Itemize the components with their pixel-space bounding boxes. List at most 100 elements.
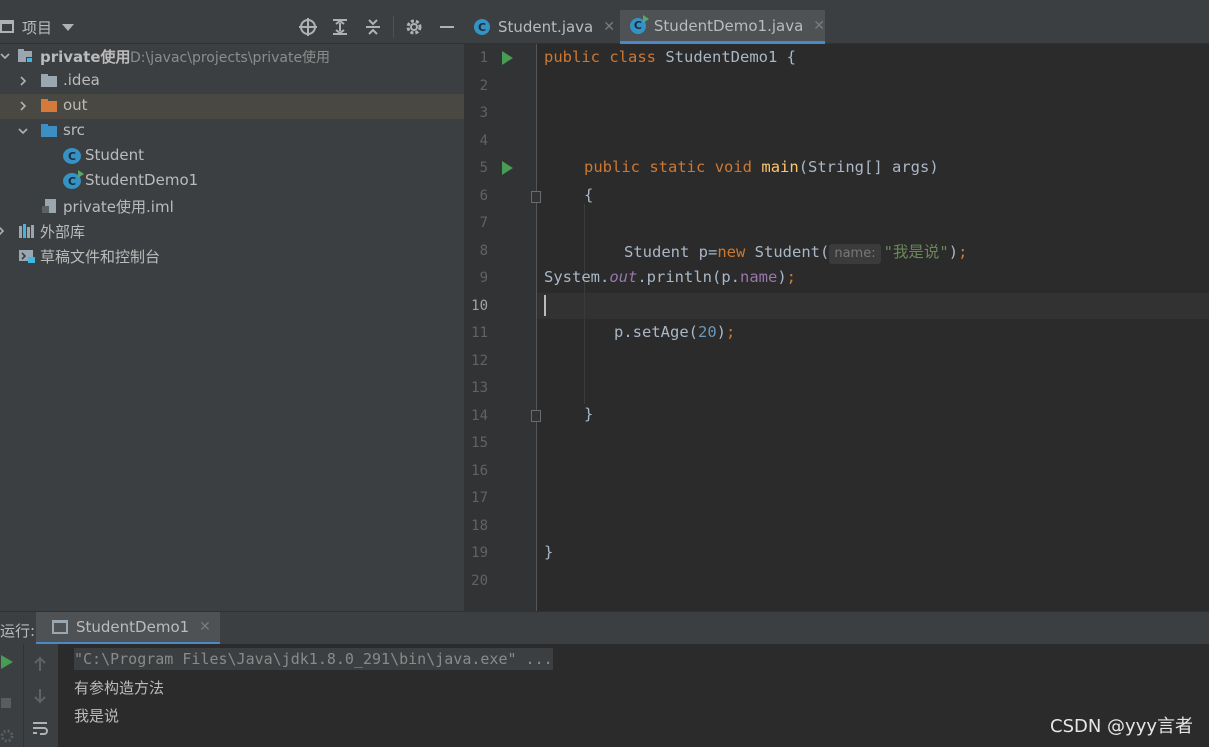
project-panel: 项目 private使用 D:\javac\projects\private使用 (0, 0, 464, 611)
watermark: CSDN @yyy言者 (1050, 716, 1193, 737)
code-line-14: } (584, 405, 594, 423)
code-text: System. (544, 268, 610, 286)
chevron-right-icon[interactable] (18, 74, 28, 88)
gutter-divider (536, 44, 537, 611)
run-main-icon[interactable] (502, 161, 513, 175)
line-number: 3 (479, 105, 488, 121)
collapse-all-icon[interactable] (362, 16, 384, 38)
code-text: Student p= (624, 243, 718, 261)
arrow-up-icon[interactable] (30, 654, 50, 674)
expand-all-icon[interactable] (329, 16, 351, 38)
close-icon[interactable]: ✕ (813, 18, 825, 34)
soft-wrap-icon[interactable] (30, 718, 50, 738)
code-line-6: { (584, 186, 594, 204)
console-output[interactable]: "C:\Program Files\Java\jdk1.8.0_291\bin\… (58, 644, 1209, 747)
fold-marker-icon[interactable] (531, 410, 541, 422)
close-icon[interactable]: ✕ (603, 19, 615, 35)
tab-student-java[interactable]: C Student.java ✕ (464, 10, 618, 44)
chevron-right-icon[interactable] (18, 99, 28, 113)
source-folder-icon (40, 123, 58, 139)
line-number: 20 (471, 573, 488, 589)
code-line-11: p.setAge(20); (614, 323, 735, 341)
code-text: p.setAge( (614, 323, 698, 341)
toolbar-divider (393, 16, 394, 38)
line-number: 15 (471, 435, 488, 451)
settings-icon[interactable] (0, 728, 14, 744)
tree-item-label: 外部库 (40, 223, 86, 241)
iml-file-icon (41, 198, 59, 214)
static-field: out (609, 268, 638, 286)
code-line-19: } (544, 543, 554, 561)
close-icon[interactable]: ✕ (199, 619, 211, 635)
console-command-line: "C:\Program Files\Java\jdk1.8.0_291\bin\… (74, 648, 553, 670)
java-class-runnable-icon: C (63, 170, 84, 189)
folder-orange-icon (40, 98, 58, 114)
code-line-8: Student p=new Student(name: "我是说"); (624, 240, 967, 264)
line-number: 2 (479, 78, 488, 94)
number-literal: 20 (698, 323, 717, 341)
tree-item-out[interactable]: out (0, 94, 464, 119)
editor-tab-bar: C Student.java ✕ C StudentDemo1.java ✕ (464, 10, 1209, 44)
code-line-9: System.out.println(p.name); (544, 268, 796, 286)
tree-item-student[interactable]: C Student (0, 144, 464, 169)
line-number: 1 (479, 50, 488, 66)
tab-label: Student.java (498, 18, 594, 36)
rerun-icon[interactable] (0, 654, 14, 670)
tab-studentdemo1-java[interactable]: C StudentDemo1.java ✕ (620, 10, 825, 44)
project-panel-title[interactable]: 项目 (22, 17, 52, 38)
tree-item-studentdemo1[interactable]: C StudentDemo1 (0, 169, 464, 194)
tree-item-idea[interactable]: .idea (0, 69, 464, 94)
stop-icon[interactable] (0, 696, 12, 710)
run-tab-studentdemo1[interactable]: StudentDemo1 ✕ (36, 612, 220, 645)
code-editor[interactable]: 1 2 3 4 5 6 7 8 9 10 11 12 13 14 15 16 1… (464, 44, 1209, 611)
chevron-down-icon[interactable] (0, 49, 10, 63)
console-output-line: 我是说 (74, 707, 120, 725)
keyword: void (714, 158, 753, 176)
hide-panel-icon[interactable] (436, 16, 458, 38)
tab-label: StudentDemo1.java (653, 16, 804, 35)
run-class-icon[interactable] (502, 51, 513, 65)
fold-marker-icon[interactable] (531, 191, 541, 203)
line-number: 16 (471, 463, 488, 479)
tree-item-scratches[interactable]: 草稿文件和控制台 (0, 244, 464, 269)
tree-item-label: StudentDemo1 (85, 171, 199, 189)
keyword: static (649, 158, 706, 176)
java-class-icon: C (63, 148, 81, 164)
console-output-line: 有参构造方法 (74, 679, 165, 697)
tree-item-label: .idea (63, 71, 100, 89)
project-panel-header: 项目 (0, 10, 464, 44)
semicolon: ; (726, 323, 736, 341)
code-text: .println(p. (637, 268, 740, 286)
tree-item-label: private使用 (40, 48, 131, 66)
line-number: 10 (471, 298, 488, 314)
line-number: 18 (471, 518, 488, 534)
tree-item-external-libraries[interactable]: 外部库 (0, 219, 464, 244)
locate-file-icon[interactable] (297, 16, 319, 38)
tree-item-label: private使用.iml (63, 198, 174, 216)
project-window-icon (0, 20, 14, 33)
line-number: 8 (479, 243, 488, 259)
tree-item-project-root[interactable]: private使用 D:\javac\projects\private使用 (0, 44, 464, 69)
console-command: "C:\Program Files\Java\jdk1.8.0_291\bin\… (74, 648, 553, 670)
chevron-right-icon[interactable] (0, 224, 6, 238)
line-number: 9 (479, 270, 488, 286)
tree-item-src[interactable]: src (0, 119, 464, 144)
code-text: ) (716, 323, 727, 341)
line-number: 17 (471, 490, 488, 506)
arrow-down-icon[interactable] (30, 686, 50, 706)
chevron-down-icon[interactable] (18, 124, 28, 138)
tree-item-iml[interactable]: private使用.iml (0, 194, 464, 219)
scratches-icon (18, 248, 36, 264)
project-path: D:\javac\projects\private使用 (130, 50, 331, 66)
gear-icon[interactable] (403, 16, 425, 38)
java-class-runnable-icon: C (630, 14, 649, 34)
run-toolbar-divider (23, 644, 24, 747)
line-number: 12 (471, 353, 488, 369)
code-text: ) (777, 268, 787, 286)
code-text: ) (948, 243, 959, 261)
field-name: name (739, 268, 778, 286)
chevron-down-icon[interactable] (62, 24, 74, 31)
folder-icon (40, 73, 58, 89)
line-number: 19 (471, 545, 488, 561)
code-line-1: public class StudentDemo1 { (544, 48, 796, 66)
